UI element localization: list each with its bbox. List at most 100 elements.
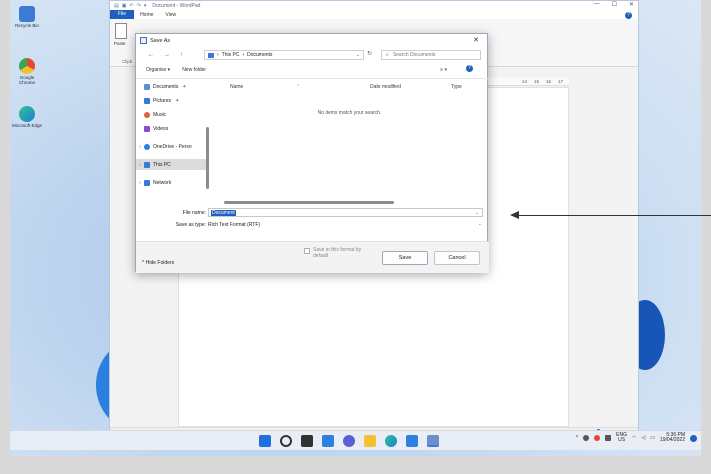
chevron-down-icon[interactable]: ⌄ bbox=[356, 52, 360, 58]
column-header-date-modified[interactable]: Date modified bbox=[370, 84, 401, 90]
paste-icon[interactable] bbox=[115, 23, 127, 39]
file-name-row: File name: Document ⌄ bbox=[136, 208, 489, 218]
search-icon: ⌕ bbox=[386, 52, 389, 58]
help-icon[interactable]: ? bbox=[625, 12, 632, 19]
dialog-fields: File name: Document ⌄ Save as type: Rich… bbox=[136, 208, 489, 232]
edge-icon[interactable] bbox=[385, 435, 397, 447]
ruler-mark: 14 bbox=[522, 79, 528, 84]
tab-home[interactable]: Home bbox=[134, 11, 159, 19]
forward-button[interactable]: → bbox=[164, 52, 170, 58]
battery-icon[interactable]: ▭ bbox=[650, 435, 655, 441]
show-hidden-icons-icon[interactable]: ^ bbox=[576, 435, 578, 441]
save-button[interactable]: Save bbox=[382, 251, 428, 265]
address-root[interactable]: This PC bbox=[222, 52, 240, 58]
recycle-bin-icon bbox=[19, 6, 35, 22]
pin-icon: ✦ bbox=[175, 97, 180, 104]
task-view-icon[interactable] bbox=[301, 435, 313, 447]
clock[interactable]: 5:36 PM 19/04/2022 bbox=[660, 433, 685, 443]
dialog-app-icon bbox=[140, 37, 147, 44]
tab-file[interactable]: File bbox=[110, 10, 135, 19]
address-folder[interactable]: Documents bbox=[247, 52, 272, 58]
file-name-value: Document bbox=[211, 210, 236, 216]
videos-icon bbox=[144, 125, 150, 132]
back-button[interactable]: ← bbox=[148, 52, 154, 58]
windows-start-icon[interactable] bbox=[259, 435, 271, 447]
language-indicator[interactable]: ENG US bbox=[616, 433, 627, 443]
chevron-down-icon[interactable]: ⌄ bbox=[478, 221, 482, 227]
hide-folders-button[interactable]: ^ Hide Folders bbox=[142, 260, 174, 266]
volume-icon[interactable]: ◁ bbox=[641, 435, 645, 441]
default-format-checkbox[interactable] bbox=[304, 248, 310, 254]
save-as-type-select[interactable]: Rich Text Format (RTF) bbox=[208, 222, 260, 228]
ribbon-tabs: File Home View ? bbox=[110, 10, 638, 19]
view-options-icon[interactable]: ≡ ▾ bbox=[440, 67, 447, 73]
clipboard-group-label: Clipb bbox=[122, 59, 133, 64]
nav-item-this-pc[interactable]: › This PC bbox=[136, 159, 206, 170]
close-button[interactable]: ✕ bbox=[629, 1, 634, 8]
cancel-button[interactable]: Cancel bbox=[434, 251, 480, 265]
chevron-down-icon[interactable]: ⌄ bbox=[475, 210, 479, 216]
dialog-title: Save As bbox=[150, 37, 171, 44]
tray-app-icon[interactable] bbox=[583, 435, 590, 441]
notification-icon[interactable] bbox=[690, 434, 697, 442]
file-name-input[interactable]: Document ⌄ bbox=[208, 208, 483, 217]
search-icon[interactable] bbox=[280, 435, 292, 447]
widgets-icon[interactable] bbox=[322, 435, 334, 447]
address-bar[interactable]: › This PC › Documents ⌄ bbox=[204, 50, 364, 60]
desktop-icon-chrome[interactable]: Google Chrome bbox=[12, 58, 42, 85]
documents-icon bbox=[144, 83, 150, 90]
desktop-icon-edge[interactable]: Microsoft Edge bbox=[12, 106, 42, 128]
customize-icon[interactable]: ▾ bbox=[144, 3, 147, 9]
ruler-mark: 16 bbox=[546, 79, 552, 84]
quick-access-toolbar: ▤ ▣ ↶ ↷ ▾ bbox=[114, 3, 146, 9]
save-as-dialog: Save As ✕ ← → ↑ › This PC › Documents ⌄ … bbox=[135, 33, 489, 273]
refresh-icon[interactable]: ↻ bbox=[367, 50, 372, 57]
help-icon[interactable]: ? bbox=[466, 65, 473, 72]
navigation-pane-scrollbar[interactable] bbox=[206, 127, 209, 189]
nav-item-pictures[interactable]: Pictures ✦ bbox=[136, 95, 206, 106]
nav-item-documents[interactable]: Documents ✦ bbox=[136, 81, 206, 92]
file-name-label: File name: bbox=[182, 210, 206, 216]
dialog-close-button[interactable]: ✕ bbox=[473, 36, 479, 44]
nav-item-onedrive[interactable]: › OneDrive - Perso bbox=[136, 141, 206, 152]
navigation-pane: Documents ✦ Pictures ✦ Music Videos › On… bbox=[136, 79, 210, 204]
save-as-type-row: Save as type: Rich Text Format (RTF) ⌄ bbox=[136, 220, 489, 230]
minimize-button[interactable]: — bbox=[594, 1, 600, 8]
nav-item-music[interactable]: Music bbox=[136, 109, 206, 120]
chevron-right-icon[interactable]: › bbox=[136, 180, 144, 186]
taskbar-apps bbox=[259, 435, 439, 447]
chevron-right-icon[interactable]: › bbox=[136, 144, 144, 150]
wifi-icon[interactable]: ◠ bbox=[632, 435, 636, 441]
file-explorer-icon[interactable] bbox=[364, 435, 376, 447]
chat-icon[interactable] bbox=[343, 435, 355, 447]
file-list-scrollbar[interactable] bbox=[224, 201, 394, 204]
undo-icon[interactable]: ↶ bbox=[129, 3, 133, 9]
chrome-icon[interactable] bbox=[594, 435, 601, 441]
store-icon[interactable] bbox=[406, 435, 418, 447]
region-code: US bbox=[618, 437, 626, 443]
paste-label: Paste bbox=[114, 41, 126, 46]
chevron-right-icon[interactable]: › bbox=[136, 162, 144, 168]
organise-button[interactable]: Organise ▾ bbox=[146, 67, 170, 73]
default-format-label: Save in this format by default bbox=[313, 247, 362, 259]
column-header-type[interactable]: Type bbox=[451, 84, 462, 90]
up-button[interactable]: ↑ bbox=[180, 52, 183, 58]
wordpad-icon[interactable] bbox=[427, 435, 439, 447]
column-header-name[interactable]: Name bbox=[230, 84, 243, 90]
dialog-title-bar: Save As ✕ bbox=[136, 34, 487, 47]
redo-icon[interactable]: ↷ bbox=[137, 3, 141, 9]
keyboard-icon[interactable] bbox=[605, 435, 612, 441]
tab-view[interactable]: View bbox=[159, 11, 182, 19]
maximize-button[interactable]: ☐ bbox=[612, 1, 617, 8]
nav-item-network[interactable]: › Network bbox=[136, 177, 206, 188]
sort-chevron-icon: ⌃ bbox=[296, 84, 301, 90]
dialog-footer: ^ Hide Folders Save in this format by de… bbox=[136, 241, 489, 273]
new-folder-button[interactable]: New folder bbox=[182, 67, 206, 73]
save-icon[interactable]: ▣ bbox=[122, 3, 127, 9]
pin-icon: ✦ bbox=[182, 83, 187, 90]
desktop-icon-recycle-bin[interactable]: Recycle Bin bbox=[12, 6, 42, 28]
nav-item-label: Documents bbox=[153, 83, 179, 90]
dialog-toolbar: Organise ▾ New folder ≡ ▾ ? bbox=[136, 63, 487, 76]
search-input[interactable]: ⌕ Search Documents bbox=[381, 50, 481, 60]
nav-item-videos[interactable]: Videos bbox=[136, 123, 206, 134]
